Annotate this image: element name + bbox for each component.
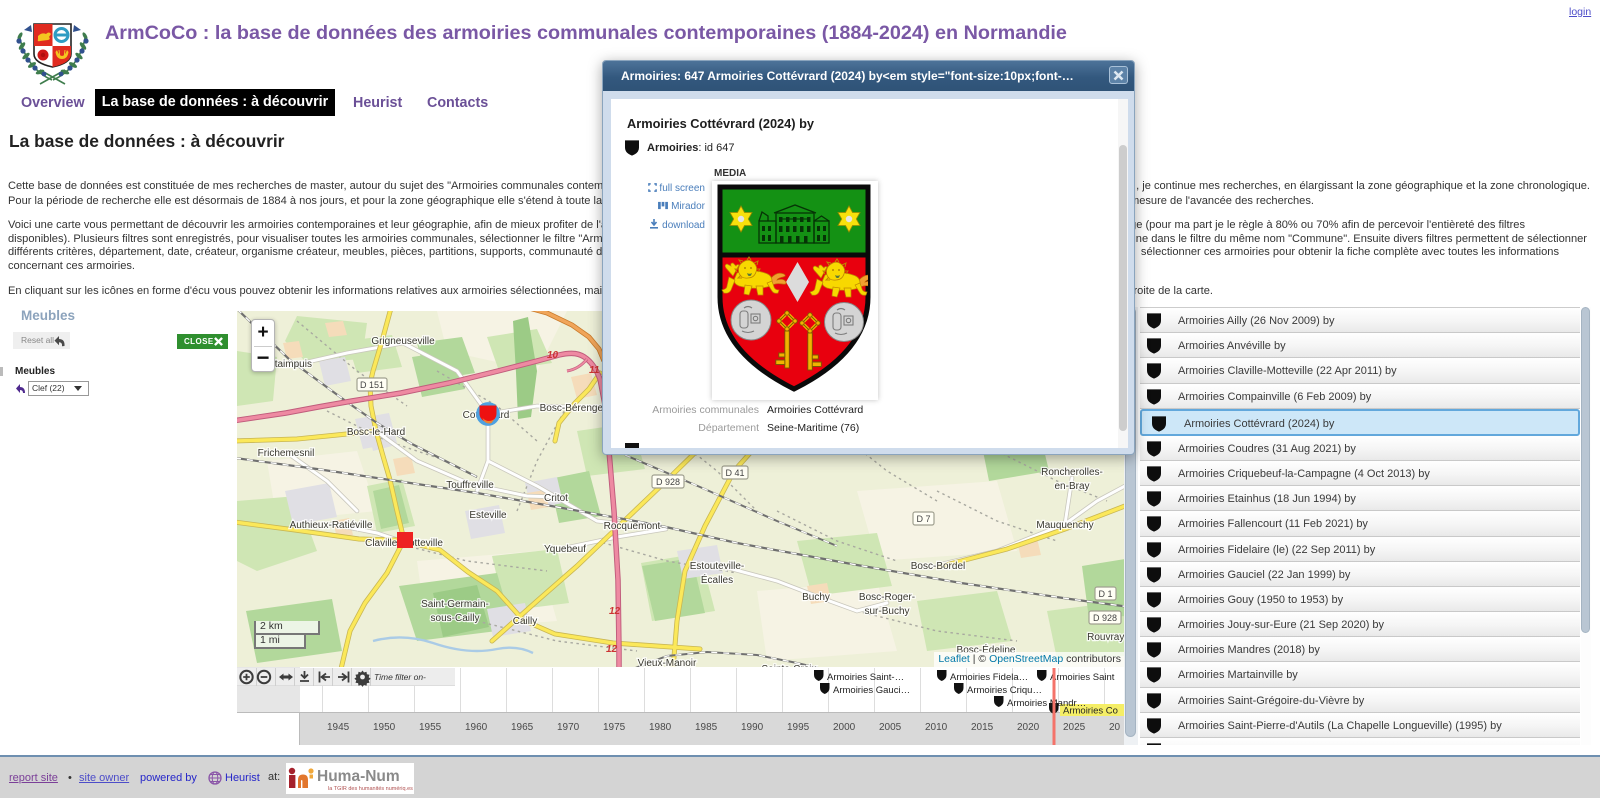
svg-text:Esteville: Esteville — [469, 510, 507, 521]
svg-text:Bosc-Bordel: Bosc-Bordel — [911, 561, 965, 572]
svg-text:Critot: Critot — [544, 493, 568, 504]
svg-text:12: 12 — [606, 644, 618, 655]
svg-text:Touffreville: Touffreville — [446, 480, 494, 491]
svg-text:Mauquenchy: Mauquenchy — [1036, 520, 1093, 531]
svg-text:Armoiries Saint: Armoiries Saint — [1050, 672, 1115, 683]
svg-text:Armoiries Co: Armoiries Co — [1063, 706, 1118, 717]
svg-text:Buchy: Buchy — [802, 592, 830, 603]
svg-text:Estouteville-: Estouteville- — [690, 561, 744, 572]
svg-text:Écalles: Écalles — [701, 573, 733, 586]
svg-text:Armoiries Fidela…: Armoiries Fidela… — [950, 672, 1028, 683]
svg-text:Rocquemont: Rocquemont — [604, 521, 661, 532]
svg-text:Rouvray-C: Rouvray-C — [1087, 632, 1125, 643]
svg-text:sous-Cailly: sous-Cailly — [431, 613, 480, 624]
svg-text:Vieux-Manoir: Vieux-Manoir — [638, 658, 697, 667]
svg-text:Grigneuseville: Grigneuseville — [371, 336, 435, 347]
svg-text:Roncherolles-: Roncherolles- — [1041, 467, 1103, 478]
svg-text:Yquebeuf: Yquebeuf — [544, 544, 586, 555]
svg-text:D 7: D 7 — [916, 514, 930, 524]
svg-text:Armoiries Criqu…: Armoiries Criqu… — [967, 685, 1042, 696]
svg-text:12: 12 — [609, 606, 621, 617]
svg-text:Bosc-Bérenger: Bosc-Bérenger — [540, 403, 607, 414]
svg-text:D 928: D 928 — [1093, 613, 1117, 623]
svg-text:Armoiries Saint-…: Armoiries Saint-… — [827, 672, 904, 683]
svg-text:Bosc-Roger-: Bosc-Roger- — [859, 592, 915, 603]
svg-text:D 1: D 1 — [1098, 589, 1112, 599]
svg-text:Armoiries Gauci…: Armoiries Gauci… — [833, 685, 910, 696]
svg-text:en-Bray: en-Bray — [1054, 481, 1089, 492]
svg-text:Bosc-le-Hard: Bosc-le-Hard — [347, 427, 405, 438]
svg-text:Cailly: Cailly — [513, 616, 537, 627]
svg-text:D 151: D 151 — [360, 380, 384, 390]
svg-text:Frichemesnil: Frichemesnil — [258, 448, 315, 459]
svg-text:Saint-Germain-: Saint-Germain- — [421, 599, 489, 610]
svg-text:D 928: D 928 — [656, 477, 680, 487]
svg-text:11: 11 — [589, 365, 600, 376]
svg-text:sur-Buchy: sur-Buchy — [864, 606, 909, 617]
svg-text:10: 10 — [547, 350, 559, 361]
svg-text:Authieux-Ratiéville: Authieux-Ratiéville — [290, 520, 373, 531]
svg-text:D 41: D 41 — [725, 468, 744, 478]
